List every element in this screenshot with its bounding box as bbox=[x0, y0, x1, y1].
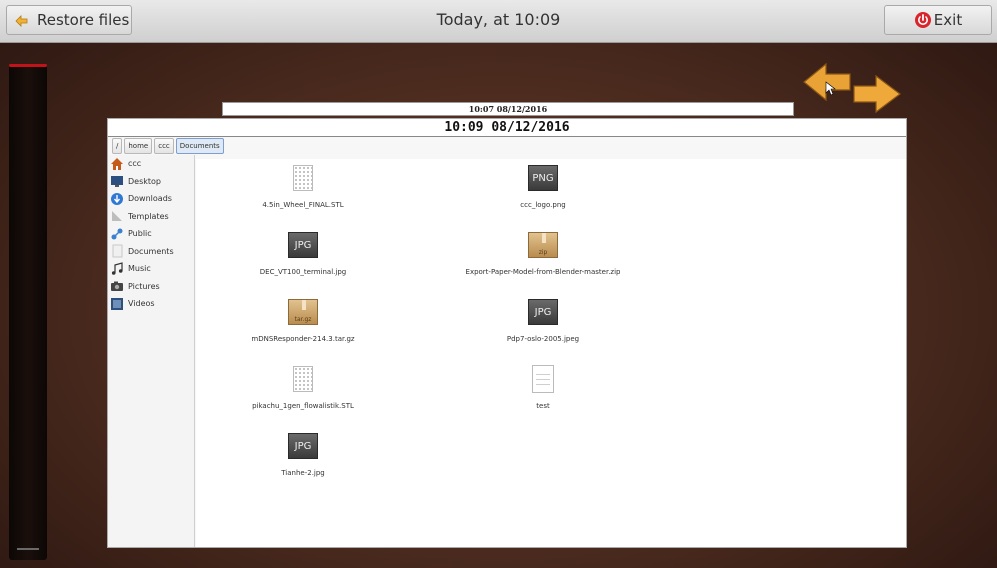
file-name: test bbox=[536, 402, 550, 410]
file-item[interactable]: pikachu_1gen_flowalistik.STL bbox=[228, 364, 378, 410]
sidebar-item-pictures[interactable]: Pictures bbox=[108, 278, 194, 296]
downloads-icon bbox=[110, 192, 124, 206]
sidebar-item-label: Downloads bbox=[128, 194, 172, 204]
file-item[interactable]: JPG DEC_VT100_terminal.jpg bbox=[228, 230, 378, 276]
templates-icon bbox=[110, 209, 124, 223]
sidebar-item-label: ccc bbox=[128, 159, 142, 169]
image-file-icon: JPG bbox=[288, 433, 318, 459]
snapshot-navigation bbox=[800, 60, 904, 116]
top-bar: Restore files Today, at 10:09 Exit bbox=[0, 0, 997, 43]
archive-file-icon: zip bbox=[528, 232, 558, 258]
places-sidebar: ccc Desktop Downloads Templates Public D… bbox=[108, 155, 195, 547]
sidebar-item-public[interactable]: Public bbox=[108, 225, 194, 243]
sidebar-item-ccc[interactable]: ccc bbox=[108, 155, 194, 173]
file-item[interactable]: zip Export-Paper-Model-from-Blender-mast… bbox=[465, 230, 621, 276]
timeline-current-marker[interactable] bbox=[9, 64, 47, 67]
forward-arrow-icon[interactable] bbox=[853, 74, 901, 114]
music-icon bbox=[110, 261, 124, 276]
window-title: 10:09 08/12/2016 bbox=[108, 119, 906, 137]
breadcrumb-ccc[interactable]: ccc bbox=[154, 138, 174, 154]
sidebar-item-templates[interactable]: Templates bbox=[108, 208, 194, 226]
sidebar-item-label: Documents bbox=[128, 246, 174, 256]
sidebar-item-label: Videos bbox=[128, 299, 155, 309]
breadcrumb-root[interactable]: / bbox=[112, 138, 123, 154]
file-item[interactable]: tar.gz mDNSResponder-214.3.tar.gz bbox=[228, 297, 378, 343]
file-item[interactable]: JPG Tianhe-2.jpg bbox=[228, 431, 378, 477]
file-browser-window: 10:09 08/12/2016 / home ccc Documents cc… bbox=[107, 118, 907, 548]
sidebar-item-label: Public bbox=[128, 229, 152, 239]
pictures-icon bbox=[110, 279, 124, 293]
home-icon bbox=[110, 157, 124, 171]
file-name: 4.5in_Wheel_FINAL.STL bbox=[262, 201, 344, 209]
file-item[interactable]: JPG Pdp7-oslo-2005.jpeg bbox=[468, 297, 618, 343]
archive-file-icon: tar.gz bbox=[288, 299, 318, 325]
timeline-bar[interactable] bbox=[9, 64, 47, 560]
sidebar-item-videos[interactable]: Videos bbox=[108, 295, 194, 313]
sidebar-item-label: Desktop bbox=[128, 176, 161, 186]
desktop-icon bbox=[110, 174, 124, 188]
file-name: Export-Paper-Model-from-Blender-master.z… bbox=[465, 268, 621, 276]
public-icon bbox=[110, 227, 124, 241]
file-name: Tianhe-2.jpg bbox=[281, 469, 325, 477]
image-file-icon: JPG bbox=[288, 232, 318, 258]
sidebar-item-downloads[interactable]: Downloads bbox=[108, 190, 194, 208]
sidebar-item-documents[interactable]: Documents bbox=[108, 243, 194, 261]
file-grid: 4.5in_Wheel_FINAL.STL PNG ccc_logo.png J… bbox=[196, 159, 906, 547]
power-icon bbox=[914, 11, 932, 29]
sidebar-item-label: Pictures bbox=[128, 281, 160, 291]
sidebar-item-label: Templates bbox=[128, 211, 169, 221]
snapshot-time-title: Today, at 10:09 bbox=[436, 10, 561, 29]
sidebar-item-desktop[interactable]: Desktop bbox=[108, 173, 194, 191]
timeline-end-marker bbox=[17, 548, 39, 550]
image-file-icon: JPG bbox=[528, 299, 558, 325]
file-name: ccc_logo.png bbox=[520, 201, 566, 209]
previous-snapshot-title: 10:07 08/12/2016 bbox=[468, 104, 548, 114]
sidebar-item-music[interactable]: Music bbox=[108, 260, 194, 278]
back-arrow-icon[interactable] bbox=[803, 62, 851, 102]
stl-file-icon bbox=[293, 366, 313, 392]
sidebar-item-label: Music bbox=[128, 264, 151, 274]
exit-button[interactable]: Exit bbox=[884, 5, 992, 35]
file-item[interactable]: 4.5in_Wheel_FINAL.STL bbox=[228, 163, 378, 209]
file-name: Pdp7-oslo-2005.jpeg bbox=[506, 335, 580, 343]
exit-label: Exit bbox=[933, 11, 963, 29]
file-item[interactable]: test bbox=[468, 364, 618, 410]
documents-icon bbox=[110, 244, 124, 258]
file-name: mDNSResponder-214.3.tar.gz bbox=[251, 335, 355, 343]
previous-snapshot-card[interactable]: 10:07 08/12/2016 bbox=[222, 102, 794, 116]
image-file-icon: PNG bbox=[528, 165, 558, 191]
file-item[interactable]: PNG ccc_logo.png bbox=[468, 163, 618, 209]
file-name: DEC_VT100_terminal.jpg bbox=[259, 268, 347, 276]
videos-icon bbox=[110, 297, 124, 311]
breadcrumb: / home ccc Documents bbox=[112, 138, 224, 154]
breadcrumb-home[interactable]: home bbox=[124, 138, 153, 154]
text-file-icon bbox=[532, 365, 554, 393]
breadcrumb-documents[interactable]: Documents bbox=[175, 138, 224, 154]
stl-file-icon bbox=[293, 165, 313, 191]
file-name: pikachu_1gen_flowalistik.STL bbox=[252, 402, 354, 410]
